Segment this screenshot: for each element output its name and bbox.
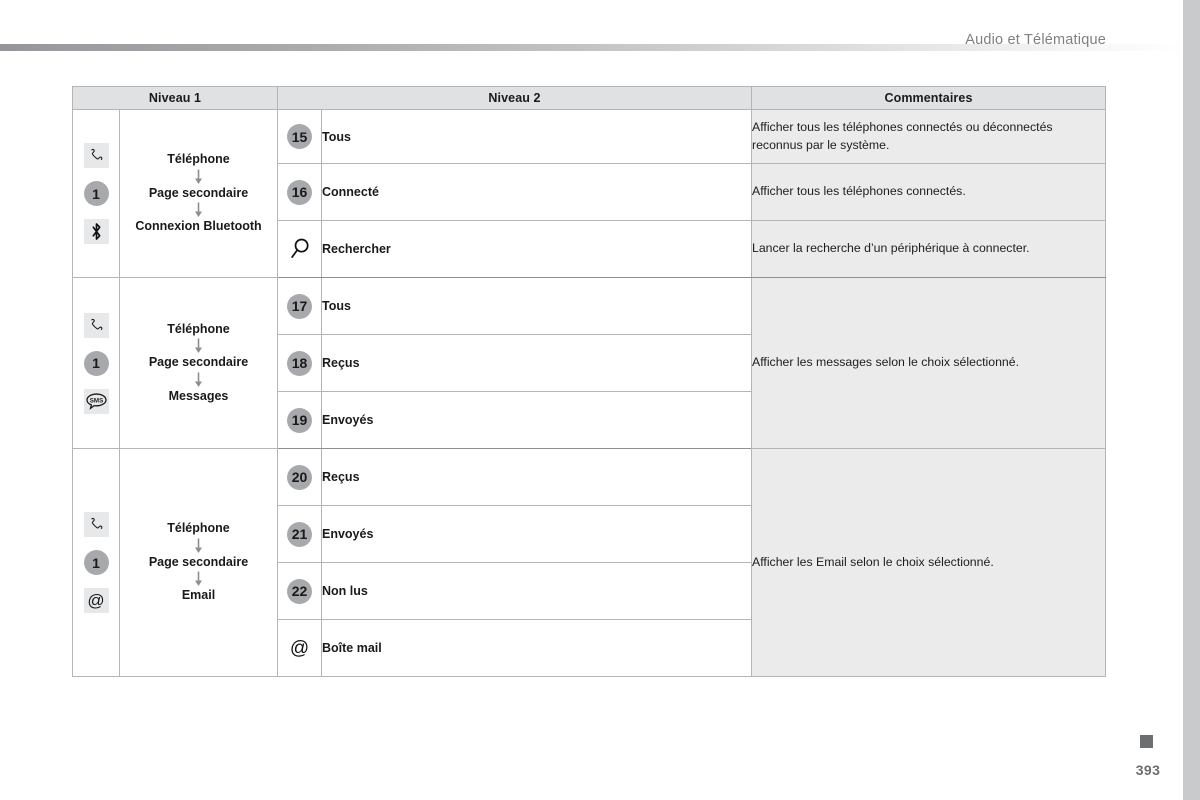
level2-label: Envoyés xyxy=(321,391,752,449)
magnifier-icon xyxy=(278,236,321,262)
level2-marker-cell: 18 xyxy=(277,334,322,392)
level2-marker-cell: @ xyxy=(277,619,322,677)
badge-15: 15 xyxy=(287,124,312,149)
badge-1: 1 xyxy=(83,181,109,206)
path-step: Messages xyxy=(168,388,229,403)
page-gutter xyxy=(1183,0,1200,800)
bluetooth-icon xyxy=(83,219,109,244)
path-step: Page secondaire xyxy=(148,355,249,370)
level2-marker-cell: 21 xyxy=(277,505,322,563)
page-number: 393 xyxy=(1135,762,1161,778)
level2-marker-cell: 17 xyxy=(277,277,322,335)
level1-icon-stack: 1 @ xyxy=(72,448,120,677)
path-step: Téléphone xyxy=(167,152,230,167)
phone-handset-icon xyxy=(83,312,109,338)
level1-icon-stack: 1 xyxy=(72,109,120,278)
level2-label: Envoyés xyxy=(321,505,752,563)
level1-path: Téléphone Page secondaire Messages xyxy=(119,277,278,449)
comment-cell: Afficher tous les téléphones connectés. xyxy=(751,163,1106,221)
badge-19: 19 xyxy=(287,407,312,433)
level2-marker-cell: 15 xyxy=(277,109,322,164)
level2-label: Rechercher xyxy=(321,220,752,278)
header-level1: Niveau 1 xyxy=(72,86,278,110)
level2-label: Tous xyxy=(321,109,752,164)
comment-cell: Afficher tous les téléphones connectés o… xyxy=(751,109,1106,164)
sms-bubble-icon: SMS xyxy=(83,388,109,414)
table-body: 1 Téléphone Page secondaire Connexion Bluet… xyxy=(72,109,1106,677)
level1-icon-stack: 1 SMS xyxy=(72,277,120,449)
svg-text:SMS: SMS xyxy=(89,397,102,404)
level2-marker-cell: 20 xyxy=(277,448,322,506)
path-step: Connexion Bluetooth xyxy=(135,219,262,234)
path-arrow-icon xyxy=(120,338,277,354)
table-row: 1 Téléphone Page secondaire Connexion Bluet… xyxy=(72,109,1106,278)
at-sign-icon: @ xyxy=(83,588,109,613)
level2-marker-cell xyxy=(277,220,322,278)
path-arrow-icon xyxy=(120,169,277,185)
level1-path: Téléphone Page secondaire Email xyxy=(119,448,278,677)
page-header-title: Audio et Télématique xyxy=(965,32,1106,48)
comment-cell: Afficher les messages selon le choix sél… xyxy=(751,277,1106,449)
table-header-row: Niveau 1 Niveau 2 Commentaires xyxy=(72,86,1106,110)
level2-label: Reçus xyxy=(321,334,752,392)
at-sign-icon: @ xyxy=(289,637,310,659)
path-step: Téléphone xyxy=(167,321,230,336)
phone-handset-icon xyxy=(83,143,109,168)
level2-label: Reçus xyxy=(321,448,752,506)
table-row: 1 SMS Téléphone Page secondaire Messages 17 To… xyxy=(72,277,1106,449)
path-arrow-icon xyxy=(120,372,277,388)
path-arrow-icon xyxy=(120,538,277,554)
badge-1: 1 xyxy=(83,350,109,376)
level2-marker-cell: 22 xyxy=(277,562,322,620)
badge-20: 20 xyxy=(287,464,312,490)
badge-1: 1 xyxy=(83,550,109,575)
path-step: Page secondaire xyxy=(148,185,249,200)
level2-label: Non lus xyxy=(321,562,752,620)
path-step: Téléphone xyxy=(167,521,230,536)
level2-marker-cell: 19 xyxy=(277,391,322,449)
table-row: 1 @ Téléphone Page secondaire Email 20 Reçus Af… xyxy=(72,448,1106,677)
badge-22: 22 xyxy=(287,578,312,604)
badge-16: 16 xyxy=(287,179,312,205)
footer-square-mark xyxy=(1140,735,1153,748)
badge-21: 21 xyxy=(287,521,312,547)
path-step: Email xyxy=(181,588,216,603)
comment-cell: Afficher les Email selon le choix sélect… xyxy=(751,448,1106,677)
menu-reference-table: Niveau 1 Niveau 2 Commentaires 1 Téléphon… xyxy=(72,86,1106,677)
level2-label: Tous xyxy=(321,277,752,335)
path-step: Page secondaire xyxy=(148,554,249,569)
badge-18: 18 xyxy=(287,350,312,376)
comment-cell: Lancer la recherche d’un périphérique à … xyxy=(751,220,1106,278)
level2-marker-cell: 16 xyxy=(277,163,322,221)
level2-label: Connecté xyxy=(321,163,752,221)
level2-label: Boîte mail xyxy=(321,619,752,677)
header-level2: Niveau 2 xyxy=(277,86,752,110)
table-head: Niveau 1 Niveau 2 Commentaires xyxy=(72,86,1106,110)
phone-handset-icon xyxy=(83,512,109,537)
path-arrow-icon xyxy=(120,202,277,218)
badge-17: 17 xyxy=(287,293,312,319)
path-arrow-icon xyxy=(120,571,277,587)
header-comments: Commentaires xyxy=(751,86,1106,110)
level1-path: Téléphone Page secondaire Connexion Blueto… xyxy=(119,109,278,278)
